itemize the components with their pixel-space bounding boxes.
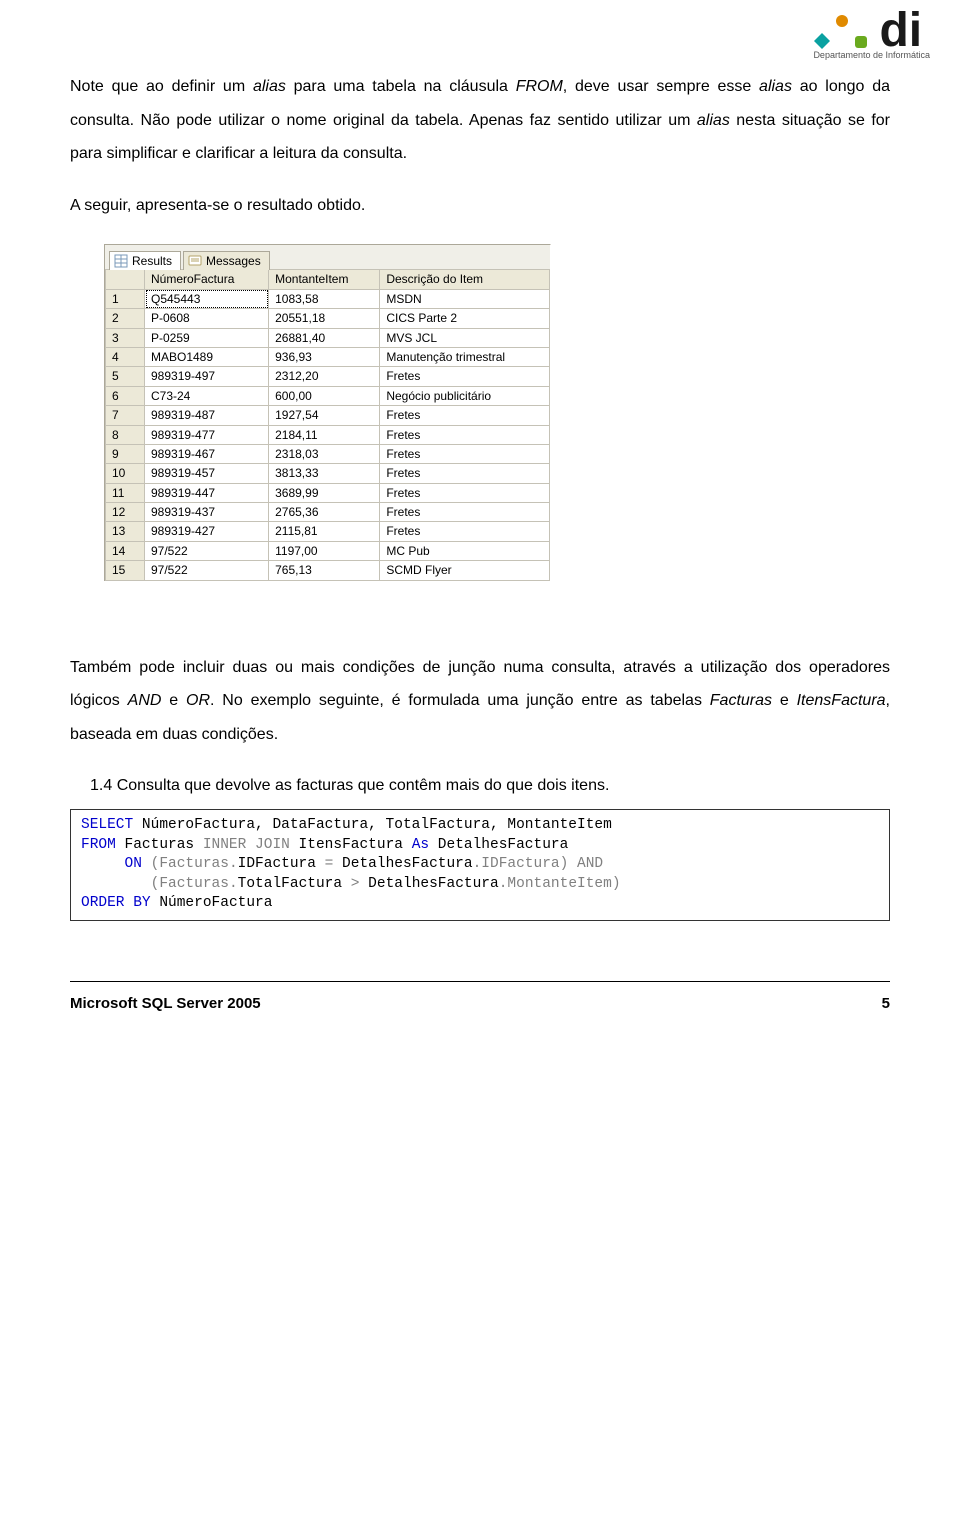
brand-name: di [879,12,922,50]
table-row[interactable]: 4MABO1489936,93Manutenção trimestral [106,347,550,366]
header-logo: di Departamento de Informática [813,12,930,65]
cell[interactable]: 2312,20 [269,367,380,386]
cell[interactable]: 1197,00 [269,541,380,560]
cell[interactable]: 3813,33 [269,464,380,483]
cell[interactable]: P-0259 [145,328,269,347]
cell[interactable]: MABO1489 [145,347,269,366]
cell[interactable]: 989319-467 [145,444,269,463]
table-row[interactable]: 5989319-4972312,20Fretes [106,367,550,386]
row-number: 12 [106,503,145,522]
col-numero: NúmeroFactura [145,270,269,289]
cell[interactable]: 97/522 [145,541,269,560]
table-row[interactable]: 9989319-4672318,03Fretes [106,444,550,463]
cell[interactable]: Fretes [380,367,550,386]
messages-icon [188,254,202,268]
cell[interactable]: 989319-437 [145,503,269,522]
cell[interactable]: Fretes [380,444,550,463]
cell[interactable]: Fretes [380,483,550,502]
table-row[interactable]: 2P-060820551,18CICS Parte 2 [106,309,550,328]
cell[interactable]: 2115,81 [269,522,380,541]
row-number: 7 [106,406,145,425]
row-number: 11 [106,483,145,502]
cell[interactable]: Fretes [380,425,550,444]
cell[interactable]: 765,13 [269,561,380,580]
table-row[interactable]: 1497/5221197,00MC Pub [106,541,550,560]
sql-code-block: SELECT NúmeroFactura, DataFactura, Total… [70,809,890,921]
page-footer: Microsoft SQL Server 2005 5 [70,981,890,1020]
row-number: 1 [106,289,145,308]
tab-messages-label: Messages [206,254,261,268]
cell[interactable]: 1927,54 [269,406,380,425]
table-row[interactable]: 13989319-4272115,81Fretes [106,522,550,541]
footer-left: Microsoft SQL Server 2005 [70,988,261,1020]
cell[interactable]: 989319-477 [145,425,269,444]
cell[interactable]: 26881,40 [269,328,380,347]
cell[interactable]: Manutenção trimestral [380,347,550,366]
cell[interactable]: Fretes [380,464,550,483]
cell[interactable]: MSDN [380,289,550,308]
row-number: 13 [106,522,145,541]
cell[interactable]: 97/522 [145,561,269,580]
col-rownum [106,270,145,289]
table-header-row: NúmeroFactura MontanteItem Descrição do … [106,270,550,289]
cell[interactable]: CICS Parte 2 [380,309,550,328]
cell[interactable]: C73-24 [145,386,269,405]
row-number: 10 [106,464,145,483]
row-number: 9 [106,444,145,463]
table-row[interactable]: 1597/522765,13SCMD Flyer [106,561,550,580]
cell[interactable]: Q545443 [145,289,269,308]
cell[interactable]: 989319-447 [145,483,269,502]
paragraph-1: Note que ao definir um alias para uma ta… [70,70,890,171]
department-label: Departamento de Informática [813,46,930,65]
cell[interactable]: Fretes [380,503,550,522]
table-row[interactable]: 11989319-4473689,99Fretes [106,483,550,502]
cell[interactable]: 2765,36 [269,503,380,522]
cell[interactable]: 600,00 [269,386,380,405]
cell[interactable]: 1083,58 [269,289,380,308]
cell[interactable]: 989319-457 [145,464,269,483]
table-row[interactable]: 8989319-4772184,11Fretes [106,425,550,444]
row-number: 2 [106,309,145,328]
cell[interactable]: P-0608 [145,309,269,328]
table-row[interactable]: 7989319-4871927,54Fretes [106,406,550,425]
row-number: 15 [106,561,145,580]
cell[interactable]: 2184,11 [269,425,380,444]
cell[interactable]: Fretes [380,522,550,541]
cell[interactable]: 20551,18 [269,309,380,328]
table-row[interactable]: 1Q5454431083,58MSDN [106,289,550,308]
cell[interactable]: 989319-427 [145,522,269,541]
tab-results[interactable]: Results [109,251,181,270]
col-descricao: Descrição do Item [380,270,550,289]
row-number: 14 [106,541,145,560]
row-number: 4 [106,347,145,366]
section-1-4-title: 1.4 Consulta que devolve as facturas que… [90,769,890,803]
cell[interactable]: Negócio publicitário [380,386,550,405]
paragraph-3: Também pode incluir duas ou mais condiçõ… [70,651,890,752]
cell[interactable]: 3689,99 [269,483,380,502]
table-row[interactable]: 6C73-24600,00Negócio publicitário [106,386,550,405]
grid-icon [114,254,128,268]
footer-right: 5 [882,988,890,1020]
row-number: 5 [106,367,145,386]
row-number: 3 [106,328,145,347]
results-pane: Results Messages NúmeroFactura MontanteI… [104,244,551,580]
cell[interactable]: 989319-487 [145,406,269,425]
col-montante: MontanteItem [269,270,380,289]
table-row[interactable]: 10989319-4573813,33Fretes [106,464,550,483]
cell[interactable]: MVS JCL [380,328,550,347]
results-table: NúmeroFactura MontanteItem Descrição do … [105,269,550,580]
tab-results-label: Results [132,254,172,268]
cell[interactable]: 989319-497 [145,367,269,386]
paragraph-2: A seguir, apresenta-se o resultado obtid… [70,189,890,223]
row-number: 6 [106,386,145,405]
cell[interactable]: SCMD Flyer [380,561,550,580]
row-number: 8 [106,425,145,444]
table-row[interactable]: 3P-025926881,40MVS JCL [106,328,550,347]
cell[interactable]: MC Pub [380,541,550,560]
tab-messages[interactable]: Messages [183,251,270,270]
cell[interactable]: 936,93 [269,347,380,366]
cell[interactable]: Fretes [380,406,550,425]
table-row[interactable]: 12989319-4372765,36Fretes [106,503,550,522]
cell[interactable]: 2318,03 [269,444,380,463]
